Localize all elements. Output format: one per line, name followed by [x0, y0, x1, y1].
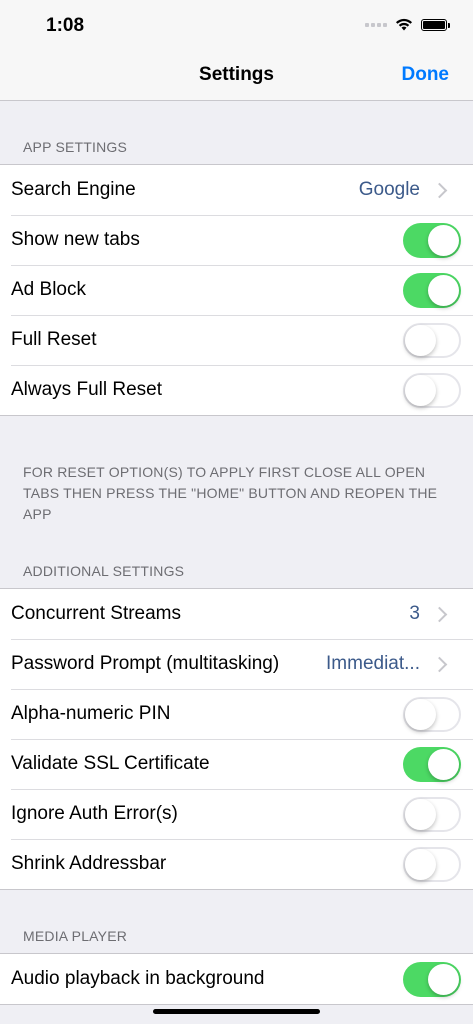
- search-engine-value: Google: [358, 179, 420, 200]
- shrink-addressbar-row: Shrink Addressbar: [0, 839, 473, 889]
- chevron-right-icon: [431, 182, 448, 198]
- additional-settings-header: ADDITIONAL SETTINGS: [23, 563, 185, 579]
- password-prompt-label: Password Prompt (multitasking): [11, 653, 280, 674]
- status-bar: 1:08: [0, 0, 473, 52]
- additional-settings-group: Concurrent Streams 3 Password Prompt (mu…: [0, 588, 473, 890]
- battery-icon: [421, 18, 450, 31]
- always-full-reset-toggle[interactable]: [403, 372, 461, 408]
- audio-background-toggle[interactable]: [403, 961, 461, 997]
- show-new-tabs-toggle[interactable]: [403, 222, 461, 258]
- validate-ssl-row: Validate SSL Certificate: [0, 739, 473, 789]
- full-reset-row: Full Reset: [0, 315, 473, 365]
- signal-icon: [365, 22, 387, 27]
- media-player-group: Audio playback in background: [0, 953, 473, 1005]
- app-settings-group: Search Engine Google Show new tabs Ad Bl…: [0, 164, 473, 416]
- navigation-bar: Settings Done: [0, 52, 473, 101]
- show-new-tabs-row: Show new tabs: [0, 215, 473, 265]
- media-player-header: MEDIA PLAYER: [23, 928, 128, 944]
- audio-background-row: Audio playback in background: [0, 954, 473, 1004]
- done-button[interactable]: Done: [402, 64, 450, 86]
- ad-block-toggle[interactable]: [403, 272, 461, 308]
- chevron-right-icon: [431, 606, 448, 622]
- shrink-addressbar-toggle[interactable]: [403, 846, 461, 882]
- ad-block-label: Ad Block: [11, 279, 86, 300]
- password-prompt-row[interactable]: Password Prompt (multitasking) Immediat.…: [0, 639, 473, 689]
- status-icons: [365, 18, 450, 31]
- home-indicator[interactable]: [153, 1009, 320, 1014]
- ignore-auth-error-toggle[interactable]: [403, 796, 461, 832]
- validate-ssl-label: Validate SSL Certificate: [11, 753, 210, 774]
- concurrent-streams-value: 3: [409, 603, 420, 624]
- wifi-icon: [396, 18, 412, 31]
- alpha-numeric-pin-toggle[interactable]: [403, 696, 461, 732]
- shrink-addressbar-label: Shrink Addressbar: [11, 853, 167, 874]
- password-prompt-value: Immediat...: [326, 653, 420, 674]
- alpha-numeric-pin-label: Alpha-numeric PIN: [11, 703, 171, 724]
- always-full-reset-label: Always Full Reset: [11, 379, 162, 400]
- validate-ssl-toggle[interactable]: [403, 746, 461, 782]
- concurrent-streams-row[interactable]: Concurrent Streams 3: [0, 589, 473, 639]
- search-engine-row[interactable]: Search Engine Google: [0, 165, 473, 215]
- full-reset-toggle[interactable]: [403, 322, 461, 358]
- ignore-auth-error-row: Ignore Auth Error(s): [0, 789, 473, 839]
- chevron-right-icon: [431, 656, 448, 672]
- ignore-auth-error-label: Ignore Auth Error(s): [11, 803, 178, 824]
- audio-background-label: Audio playback in background: [11, 968, 265, 989]
- ad-block-row: Ad Block: [0, 265, 473, 315]
- status-time: 1:08: [46, 15, 85, 36]
- alpha-numeric-pin-row: Alpha-numeric PIN: [0, 689, 473, 739]
- always-full-reset-row: Always Full Reset: [0, 365, 473, 415]
- app-settings-header: APP SETTINGS: [23, 139, 128, 155]
- show-new-tabs-label: Show new tabs: [11, 229, 140, 250]
- reset-note: FOR RESET OPTION(S) TO APPLY FIRST CLOSE…: [23, 464, 438, 522]
- full-reset-label: Full Reset: [11, 329, 97, 350]
- search-engine-label: Search Engine: [11, 179, 136, 200]
- concurrent-streams-label: Concurrent Streams: [11, 603, 182, 624]
